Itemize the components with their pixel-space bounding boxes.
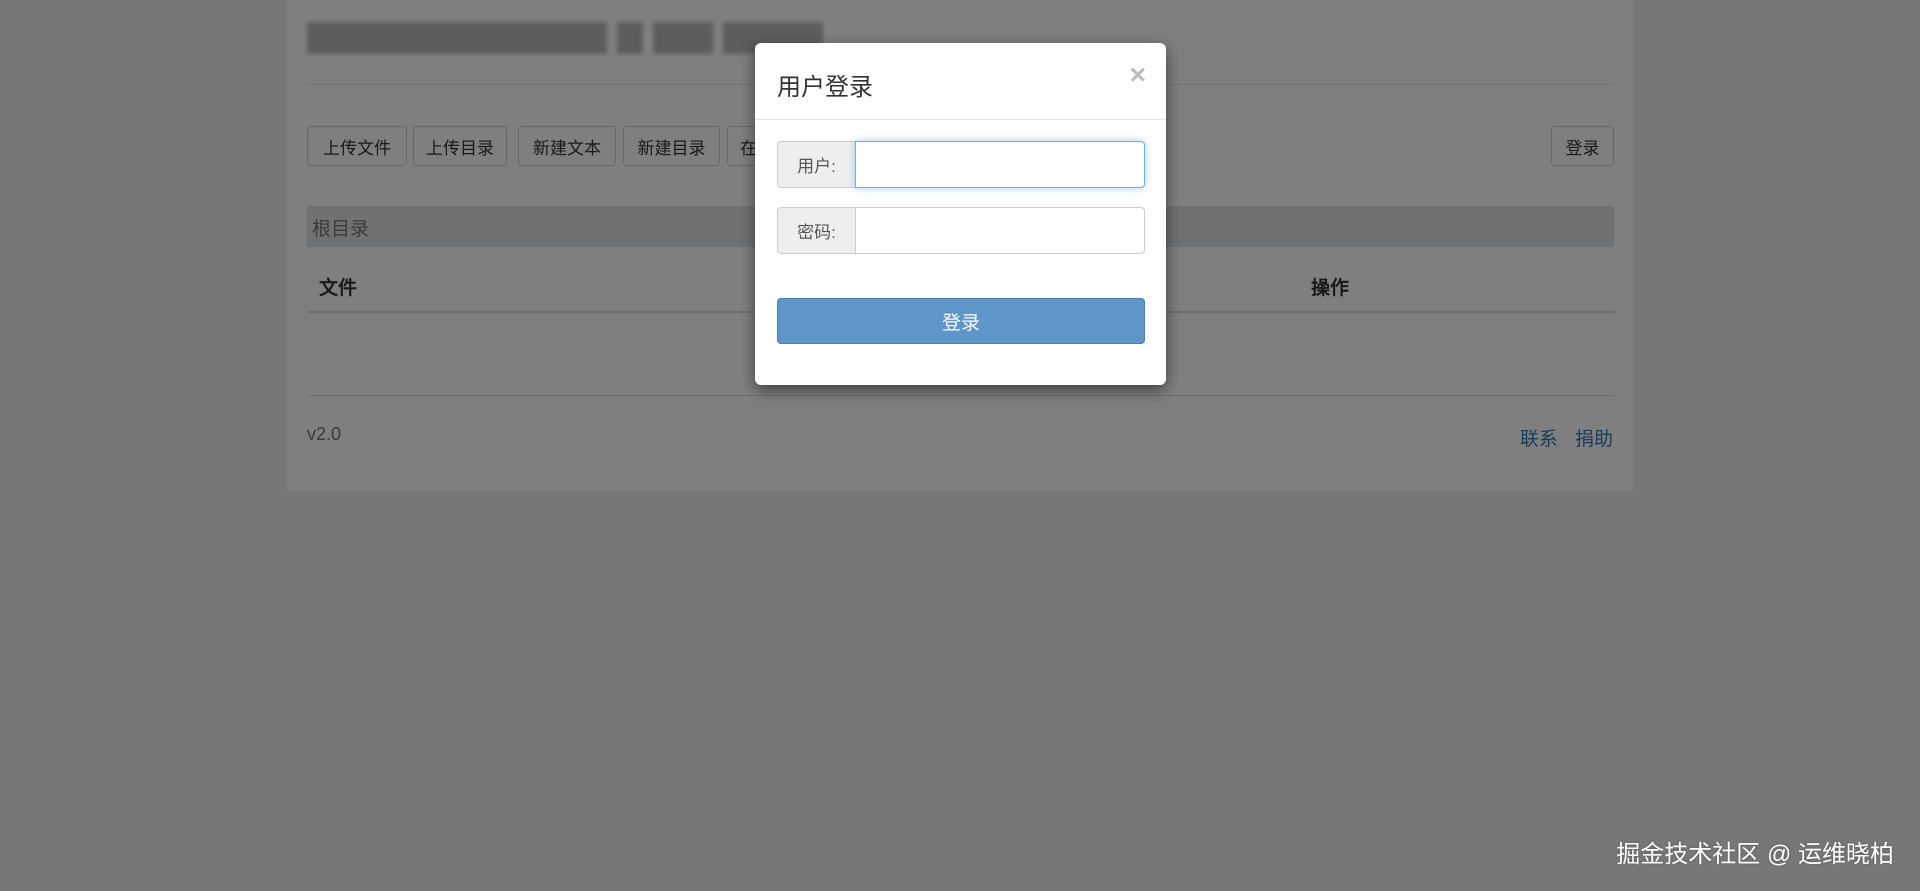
username-input[interactable]	[855, 141, 1145, 188]
close-icon[interactable]: ×	[1130, 59, 1146, 91]
password-label: 密码:	[777, 207, 855, 254]
modal-header: 用户登录 ×	[755, 43, 1166, 120]
modal-title: 用户登录	[777, 74, 873, 101]
login-modal: 用户登录 × 用户: 密码: 登录	[755, 43, 1166, 385]
submit-login-button[interactable]: 登录	[777, 298, 1145, 344]
username-group: 用户:	[777, 141, 1145, 188]
password-input[interactable]	[855, 207, 1145, 254]
watermark: 掘金技术社区 @ 运维晓柏	[1616, 841, 1894, 868]
username-label: 用户:	[777, 141, 855, 188]
password-group: 密码:	[777, 207, 1145, 254]
